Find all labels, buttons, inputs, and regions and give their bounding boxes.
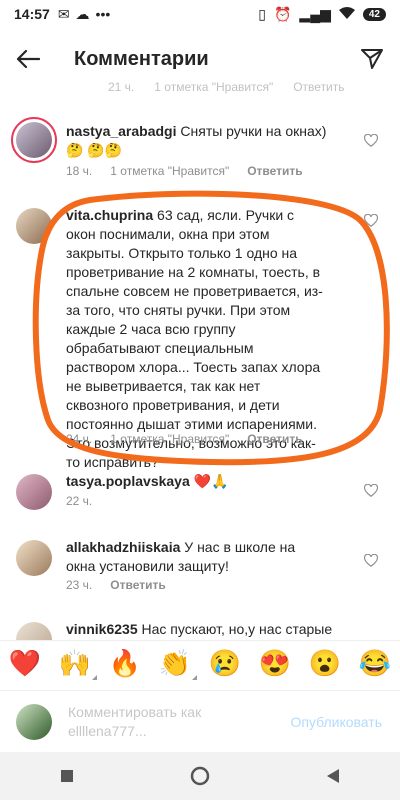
triangle-back-icon xyxy=(327,769,340,783)
comment-username[interactable]: vita.chuprina xyxy=(66,207,153,223)
comment-likes[interactable]: 1 отметка "Нравится" xyxy=(110,164,229,178)
comment-meta: 24 ч. 1 отметка "Нравится" Ответить xyxy=(66,432,303,446)
emoji-raised-hands-glyph: 🙌 xyxy=(58,647,92,678)
avatar xyxy=(16,703,52,740)
comment-text: Нас пускают, но,у нас старые xyxy=(141,621,333,637)
back-button[interactable] xyxy=(0,36,56,82)
previous-likes[interactable]: 1 отметка "Нравится" xyxy=(154,80,273,94)
notification-icon: ✉ xyxy=(57,5,70,22)
comment-body: tasya.poplavskaya ❤️🙏 xyxy=(66,472,346,491)
heart-icon[interactable] xyxy=(364,554,378,568)
previous-time: 21 ч. xyxy=(108,80,135,94)
home-button[interactable] xyxy=(180,756,220,796)
comment-username[interactable]: vinnik6235 xyxy=(66,621,138,637)
emoji-clap-glyph: 👏 xyxy=(158,647,192,678)
publish-button[interactable]: Опубликовать xyxy=(290,714,382,730)
square-icon xyxy=(60,770,73,782)
status-bar: 14:57 ✉ ☁ ••• ▯ ⏰ ▂▄▆ 42 xyxy=(0,0,400,28)
comment-input[interactable]: Комментировать как ellllena777... xyxy=(68,703,258,741)
comment-text: ❤️🙏 xyxy=(193,473,229,489)
heart-icon[interactable] xyxy=(364,134,378,148)
emoji-surprised[interactable]: 😮 xyxy=(309,650,341,676)
heart-icon[interactable] xyxy=(364,484,378,498)
page-title: Комментарии xyxy=(74,47,209,70)
comment-meta: 22 ч. xyxy=(66,494,92,508)
comment-time: 18 ч. xyxy=(66,164,93,178)
battery-badge: 42 xyxy=(362,7,386,21)
sync-icon: ☁ xyxy=(75,5,90,22)
paper-plane-icon xyxy=(361,49,383,69)
share-button[interactable] xyxy=(344,36,400,82)
comment-username[interactable]: nastya_arabadgi xyxy=(66,123,177,139)
circle-icon xyxy=(190,766,210,786)
avatar[interactable] xyxy=(16,122,52,158)
reply-button[interactable]: Ответить xyxy=(110,578,165,592)
header: Комментарии xyxy=(0,36,400,82)
emoji-clap[interactable]: 👏 xyxy=(158,647,198,680)
reply-button[interactable]: Ответить xyxy=(247,164,302,178)
comment-likes[interactable]: 1 отметка "Нравится" xyxy=(110,432,229,446)
emoji-laughing[interactable]: 😂 xyxy=(359,650,391,676)
more-dots-icon: ••• xyxy=(95,6,111,22)
avatar[interactable] xyxy=(16,208,52,244)
emoji-raised-hands[interactable]: 🙌 xyxy=(58,647,98,680)
comment-username[interactable]: allakhadzhiiskaia xyxy=(66,539,180,555)
comment-time: 22 ч. xyxy=(66,494,93,508)
heart-icon[interactable] xyxy=(364,214,378,228)
alarm-icon: ⏰ xyxy=(273,5,292,22)
vibrate-icon: ▯ xyxy=(258,5,266,22)
comment-meta: 18 ч. 1 отметка "Нравится" Ответить xyxy=(66,164,303,178)
back-nav-button[interactable] xyxy=(313,756,353,796)
emoji-heart[interactable]: ❤️ xyxy=(9,650,41,676)
recents-button[interactable] xyxy=(47,756,87,796)
status-right-icons: ▯ ⏰ ▂▄▆ 42 xyxy=(258,6,386,23)
comment-meta: 23 ч. Ответить xyxy=(66,578,166,592)
comment-body: nastya_arabadgi Сняты ручки на окнах) 🤔 … xyxy=(66,122,346,160)
emoji-quick-bar: ❤️ 🙌 🔥 👏 😢 😍 😮 😂 xyxy=(0,640,400,684)
avatar[interactable] xyxy=(16,474,52,510)
skin-tone-indicator xyxy=(192,674,198,680)
avatar[interactable] xyxy=(16,540,52,576)
status-time: 14:57 xyxy=(14,6,50,22)
reply-button[interactable]: Ответить xyxy=(247,432,302,446)
comment-text: 63 сад, ясли. Ручки с окон поснимали, ок… xyxy=(66,207,323,470)
status-left-icons: ✉ ☁ ••• xyxy=(58,6,110,23)
comment-time: 24 ч. xyxy=(66,432,93,446)
system-nav-bar xyxy=(0,752,400,800)
skin-tone-indicator xyxy=(92,674,98,680)
comment-body: vinnik6235 Нас пускают, но,у нас старые xyxy=(66,620,346,639)
emoji-fire[interactable]: 🔥 xyxy=(109,650,141,676)
comment-time: 23 ч. xyxy=(66,578,93,592)
arrow-left-icon xyxy=(16,49,40,69)
signal-icon: ▂▄▆ xyxy=(299,5,331,22)
comment-input-row: Комментировать как ellllena777... Опубли… xyxy=(0,690,400,752)
emoji-crying[interactable]: 😢 xyxy=(209,650,241,676)
emoji-heart-eyes[interactable]: 😍 xyxy=(259,650,291,676)
previous-comment-meta: 21 ч. 1 отметка "Нравится" Ответить xyxy=(108,80,345,94)
comment-body: allakhadzhiiskaia У нас в школе на окна … xyxy=(66,538,326,576)
wifi-icon xyxy=(338,6,355,22)
previous-reply[interactable]: Ответить xyxy=(293,80,344,94)
comment-username[interactable]: tasya.poplavskaya xyxy=(66,473,190,489)
